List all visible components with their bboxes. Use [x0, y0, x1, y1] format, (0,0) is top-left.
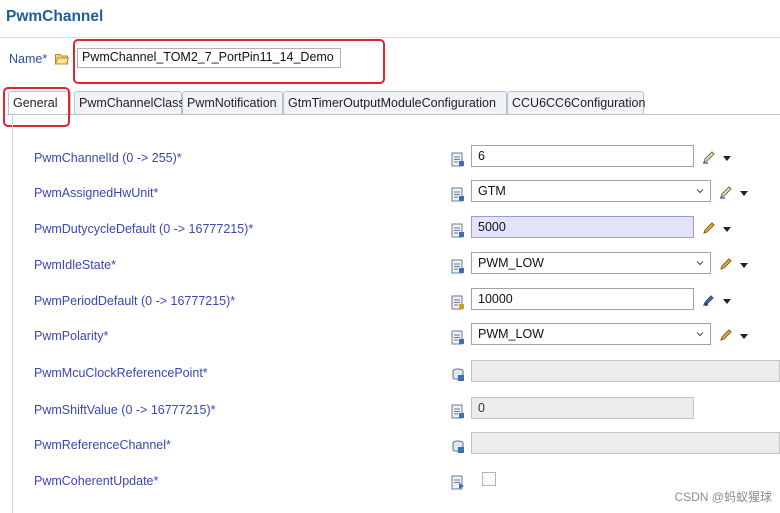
chevron-down-icon[interactable] [723, 299, 731, 304]
tab-gtm-timer-output-module-configuration[interactable]: GtmTimerOutputModuleConfiguration [283, 91, 507, 114]
title-divider [0, 37, 780, 38]
coherent-update-checkbox[interactable] [482, 472, 496, 486]
tab-bar: General PwmChannelClass PwmNotification … [7, 91, 780, 115]
name-highlight-box [73, 39, 385, 84]
chevron-down-icon[interactable] [723, 156, 731, 161]
param-row-mcu-clock-reference-point: PwmMcuClockReferencePoint* [0, 360, 780, 390]
tab-pwm-notification[interactable]: PwmNotification [182, 91, 283, 114]
dutycycle-default-input[interactable]: 5000 [471, 216, 694, 238]
parameter-doc-icon [451, 404, 464, 419]
folder-icon[interactable] [55, 53, 69, 65]
idle-state-select[interactable]: PWM_LOW [471, 252, 711, 274]
idle-state-value: PWM_LOW [478, 256, 544, 270]
param-row-reference-channel: PwmReferenceChannel* [0, 432, 780, 462]
param-label: PwmPolarity* [34, 329, 109, 343]
param-label: PwmDutycycleDefault (0 -> 16777215)* [34, 222, 254, 236]
linked-value-icon[interactable] [702, 293, 716, 307]
watermark: CSDN @蚂蚁猩球 [674, 490, 772, 504]
pencil-icon[interactable] [702, 221, 716, 235]
chevron-down-icon[interactable] [696, 330, 704, 338]
param-row-assigned-hw-unit: PwmAssignedHwUnit* GTM [0, 180, 780, 210]
param-label: PwmReferenceChannel* [34, 438, 171, 452]
param-label: PwmCoherentUpdate* [34, 474, 159, 488]
reference-channel-field[interactable] [471, 432, 780, 454]
param-row-channel-id: PwmChannelId (0 -> 255)* 6 [0, 145, 780, 175]
param-label: PwmShiftValue (0 -> 16777215)* [34, 403, 216, 417]
param-row-polarity: PwmPolarity* PWM_LOW [0, 323, 780, 353]
param-row-coherent-update: PwmCoherentUpdate* [0, 468, 780, 498]
calculated-pencil-icon[interactable] [702, 150, 716, 164]
parameter-doc-icon [451, 152, 464, 167]
param-label: PwmMcuClockReferencePoint* [34, 366, 208, 380]
pencil-icon[interactable] [719, 257, 733, 271]
period-default-input[interactable]: 10000 [471, 288, 694, 310]
name-label: Name* [9, 52, 48, 66]
parameter-doc-icon [451, 223, 464, 238]
parameter-link-doc-icon [451, 295, 464, 310]
reference-db-icon [452, 368, 464, 381]
param-label: PwmChannelId (0 -> 255)* [34, 151, 182, 165]
chevron-down-icon[interactable] [740, 191, 748, 196]
tab-ccu6cc6-configuration[interactable]: CCU6CC6Configuration [507, 91, 645, 114]
polarity-value: PWM_LOW [478, 327, 544, 341]
pencil-icon[interactable] [719, 328, 733, 342]
tab-pwm-channel-class[interactable]: PwmChannelClass [74, 91, 185, 114]
param-row-period-default: PwmPeriodDefault (0 -> 16777215)* 10000 [0, 288, 780, 318]
parameter-doc-icon [451, 187, 464, 202]
channel-id-input[interactable]: 6 [471, 145, 694, 167]
param-row-dutycycle-default: PwmDutycycleDefault (0 -> 16777215)* 500… [0, 216, 780, 246]
parameter-doc-icon [451, 259, 464, 274]
tab-bar-divider [7, 114, 780, 115]
shift-value-input[interactable]: 0 [471, 397, 694, 419]
chevron-down-icon[interactable] [740, 334, 748, 339]
chevron-down-icon[interactable] [723, 227, 731, 232]
parameter-doc-icon [451, 330, 464, 345]
param-label: PwmIdleState* [34, 258, 116, 272]
assigned-hw-unit-select[interactable]: GTM [471, 180, 711, 202]
mcu-clock-reference-point-field[interactable] [471, 360, 780, 382]
param-label: PwmPeriodDefault (0 -> 16777215)* [34, 294, 236, 308]
param-row-idle-state: PwmIdleState* PWM_LOW [0, 252, 780, 282]
calculated-pencil-icon[interactable] [719, 185, 733, 199]
param-label: PwmAssignedHwUnit* [34, 186, 159, 200]
chevron-down-icon[interactable] [696, 259, 704, 267]
general-tab-highlight-box [3, 87, 70, 127]
polarity-select[interactable]: PWM_LOW [471, 323, 711, 345]
chevron-down-icon[interactable] [696, 187, 704, 195]
reference-db-icon [452, 440, 464, 453]
assigned-hw-unit-value: GTM [478, 184, 506, 198]
page-title: PwmChannel [6, 8, 104, 25]
param-row-shift-value: PwmShiftValue (0 -> 16777215)* 0 [0, 397, 780, 427]
parameter-flag-icon [451, 475, 464, 490]
chevron-down-icon[interactable] [740, 263, 748, 268]
